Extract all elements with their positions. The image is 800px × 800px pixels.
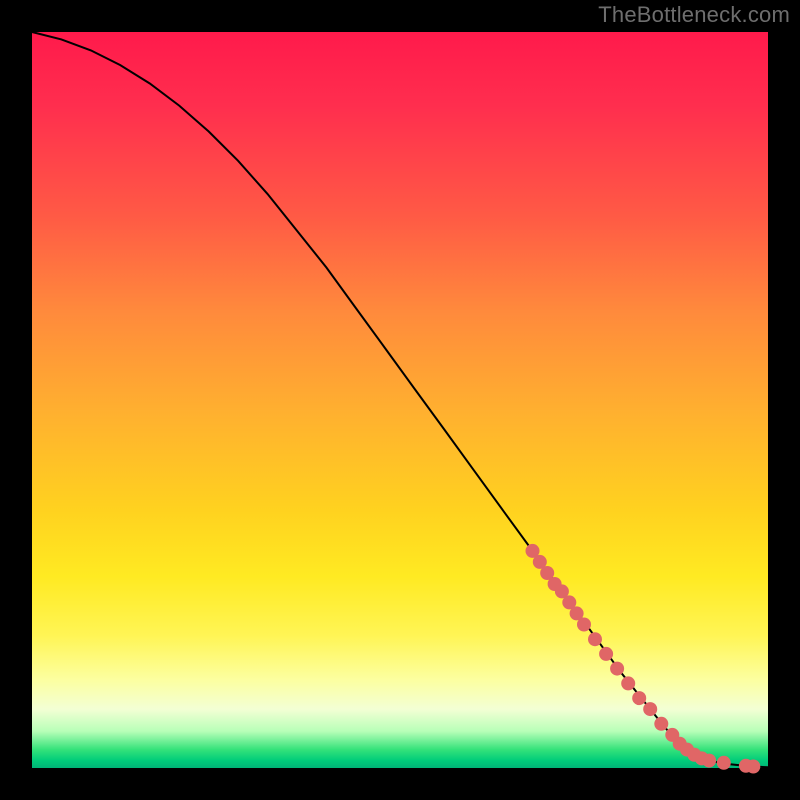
chart-overlay	[32, 32, 768, 768]
highlight-dot	[610, 662, 624, 676]
highlight-dot	[599, 647, 613, 661]
highlight-dot	[588, 632, 602, 646]
highlight-dot	[577, 618, 591, 632]
highlight-dot	[654, 717, 668, 731]
watermark-text: TheBottleneck.com	[598, 2, 790, 28]
chart-frame: TheBottleneck.com	[0, 0, 800, 800]
highlight-dot	[643, 702, 657, 716]
highlight-dot	[746, 760, 760, 774]
highlight-dot	[702, 754, 716, 768]
highlight-dot	[621, 676, 635, 690]
curve-line	[32, 32, 768, 767]
highlight-dots	[526, 544, 761, 774]
highlight-dot	[717, 756, 731, 770]
plot-area	[32, 32, 768, 768]
highlight-dot	[632, 691, 646, 705]
